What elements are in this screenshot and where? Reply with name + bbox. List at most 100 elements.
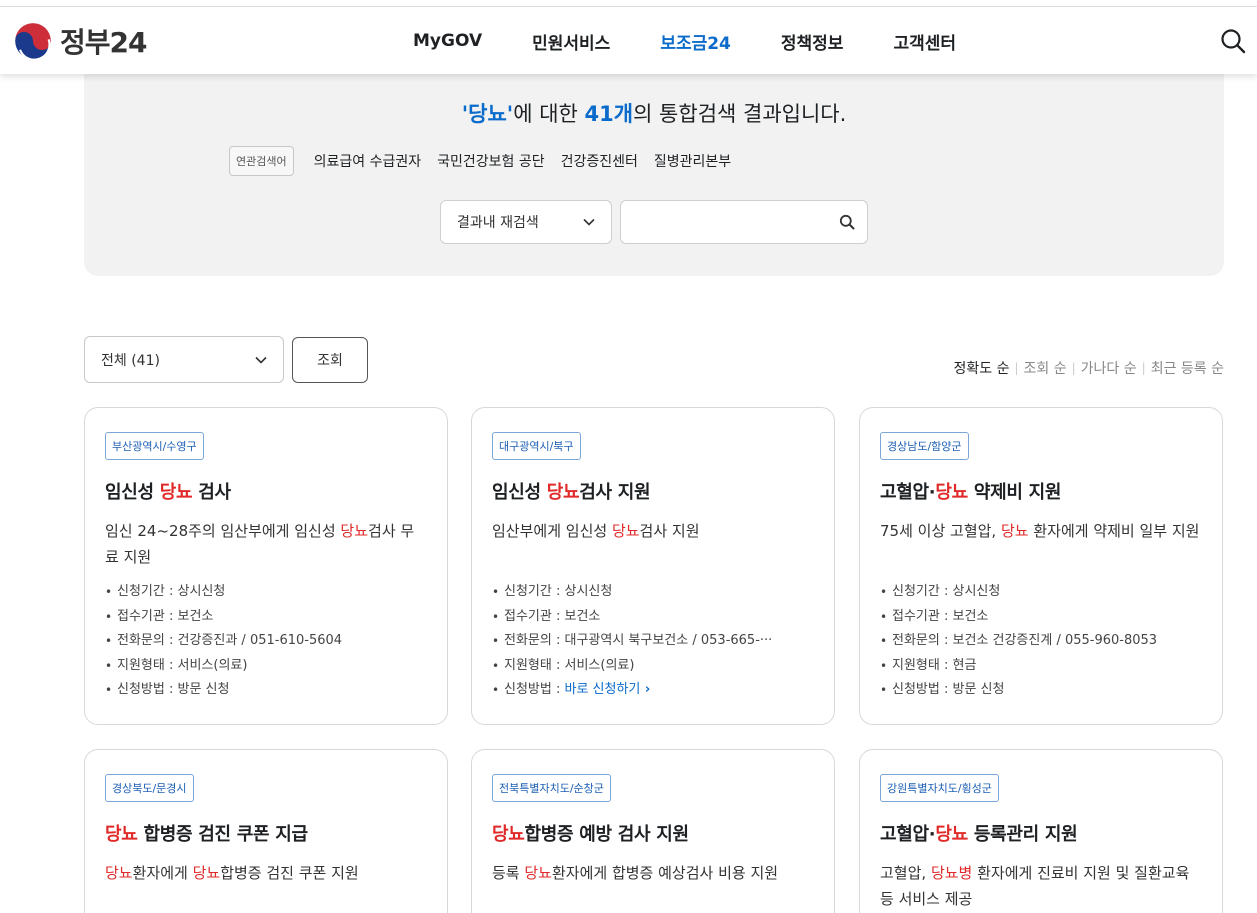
card-title[interactable]: 고혈압·당뇨 약제비 지원 [880, 478, 1202, 504]
text-segment: 환자에게 약제비 일부 지원 [1028, 522, 1200, 540]
card-description: 75세 이상 고혈압, 당뇨 환자에게 약제비 일부 지원 [880, 518, 1202, 570]
text-segment: 검사 지원 [579, 482, 651, 503]
related-keyword[interactable]: 건강증진센터 [561, 151, 638, 171]
text-segment: 합병증 검진 쿠폰 지원 [220, 864, 359, 882]
detail-item: 신청방법 : 방문 신청 [105, 678, 427, 703]
sort-divider: | [1014, 361, 1019, 375]
region-tag: 경상남도/함양군 [880, 432, 969, 460]
benefit-card[interactable]: 대구광역시/북구임신성 당뇨검사 지원임산부에게 임신성 당뇨검사 지원신청기간… [471, 407, 835, 725]
keyword-highlight: 당뇨 [935, 482, 968, 503]
detail-value: 보건소 건강증진계 / 055-960-8053 [952, 633, 1158, 648]
detail-label: 신청방법 : [892, 682, 953, 697]
result-title-tail: 의 통합검색 결과입니다. [633, 102, 847, 126]
detail-value: 방문 신청 [177, 682, 230, 697]
apply-now-link[interactable]: 바로 신청하기 [565, 682, 641, 697]
sort-recent[interactable]: 최근 등록 순 [1151, 358, 1224, 378]
detail-value: 보건소 [952, 608, 989, 624]
detail-item: 신청방법 : 바로 신청하기 › [492, 678, 814, 703]
text-segment: 합병증 검진 쿠폰 지급 [137, 824, 308, 845]
search-icon[interactable] [1219, 27, 1247, 55]
card-description: 임신 24~28주의 임산부에게 임신성 당뇨검사 무료 지원 [105, 518, 427, 570]
related-keyword[interactable]: 질병관리본부 [654, 151, 731, 171]
nav-customer-center[interactable]: 고객센터 [868, 29, 981, 54]
detail-label: 전화문의 : [504, 633, 565, 648]
detail-label: 접수기관 : [117, 608, 178, 624]
chevron-right-icon[interactable]: › [640, 682, 650, 697]
card-description: 고혈압, 당뇨병 환자에게 진료비 지원 및 질환교육 등 서비스 제공 [880, 860, 1202, 912]
benefit-card[interactable]: 강원특별자치도/횡성군고혈압·당뇨 등록관리 지원고혈압, 당뇨병 환자에게 진… [859, 749, 1223, 913]
detail-value: 현금 [952, 657, 977, 673]
card-description: 임산부에게 임신성 당뇨검사 지원 [492, 518, 814, 570]
detail-item: 신청방법 : 방문 신청 [880, 678, 1202, 703]
keyword-highlight: 당뇨 [340, 522, 369, 540]
nav-mygov[interactable]: MyGOV [388, 31, 507, 51]
refine-search-select[interactable]: 결과내 재검색 [440, 200, 612, 244]
sort-accuracy[interactable]: 정확도 순 [953, 358, 1009, 378]
card-details: 신청기간 : 상시신청접수기관 : 보건소전화문의 : 건강증진과 / 051-… [105, 580, 427, 703]
detail-value: 서비스(의료) [177, 657, 248, 673]
keyword-highlight: 당뇨병 [930, 864, 973, 882]
card-title[interactable]: 당뇨합병증 예방 검사 지원 [492, 820, 814, 846]
related-keyword[interactable]: 의료급여 수급권자 [314, 151, 422, 171]
logo-text: 정부24 [60, 26, 147, 59]
benefit-card[interactable]: 경상북도/문경시 당뇨 합병증 검진 쿠폰 지급 당뇨환자에게 당뇨합병증 검진 쿠… [84, 749, 448, 913]
benefit-card[interactable]: 부산광역시/수영구 임신성 당뇨 검사 임신 24~28주의 임산부에게 임신성 당… [84, 407, 448, 725]
card-details: 신청기간 : 상시신청접수기관 : 보건소전화문의 : 대구광역시 북구보건소 … [492, 580, 814, 703]
region-tag: 전북특별자치도/순창군 [492, 774, 611, 802]
benefit-card[interactable]: 전북특별자치도/순창군당뇨합병증 예방 검사 지원등록 당뇨환자에게 합병증 예… [471, 749, 835, 913]
refine-search-box [620, 200, 868, 244]
keyword-highlight: 당뇨 [546, 482, 580, 503]
detail-value: 서비스(의료) [564, 657, 635, 673]
card-title[interactable]: 고혈압·당뇨 등록관리 지원 [880, 820, 1202, 846]
card-details: 신청기간 : 상시신청접수기관 : 보건소전화문의 : 보건소 건강증진계 / … [880, 580, 1202, 703]
detail-item: 전화문의 : 보건소 건강증진계 / 055-960-8053 [880, 629, 1202, 654]
detail-label: 접수기관 : [504, 608, 565, 624]
text-segment: 고혈압· [880, 824, 936, 845]
result-title-mid: 에 대한 [513, 102, 585, 126]
text-segment: 등록관리 지원 [967, 824, 1078, 845]
detail-item: 접수기관 : 보건소 [880, 605, 1202, 630]
card-title[interactable]: 당뇨 합병증 검진 쿠폰 지급 [105, 820, 427, 846]
card-title[interactable]: 임신성 당뇨검사 지원 [492, 478, 814, 504]
card-description: 등록 당뇨환자에게 합병증 예상검사 비용 지원 [492, 860, 814, 912]
detail-value: 상시신청 [177, 584, 226, 599]
related-keyword[interactable]: 국민건강보험 공단 [437, 151, 545, 171]
card-description: 당뇨환자에게 당뇨합병증 검진 쿠폰 지원 [105, 860, 427, 912]
detail-label: 지원형태 : [117, 657, 178, 673]
view-button[interactable]: 조회 [292, 337, 368, 383]
detail-item: 전화문의 : 건강증진과 / 051-610-5604 [105, 629, 427, 654]
nav-subsidy24[interactable]: 보조금24 [635, 29, 756, 54]
related-keywords: 연관검색어 의료급여 수급권자 국민건강보험 공단 건강증진센터 질병관리본부 [229, 146, 747, 176]
detail-item: 신청기간 : 상시신청 [492, 580, 814, 605]
detail-label: 신청방법 : [117, 682, 178, 697]
search-icon[interactable] [839, 214, 855, 230]
keyword-highlight: 당뇨 [524, 864, 552, 882]
sort-alphabetical[interactable]: 가나다 순 [1081, 358, 1137, 378]
keyword-highlight: 당뇨 [492, 824, 525, 845]
refine-search-input[interactable] [633, 201, 833, 241]
detail-item: 접수기관 : 보건소 [492, 605, 814, 630]
keyword-highlight: 당뇨 [192, 864, 221, 882]
related-keywords-label: 연관검색어 [229, 146, 294, 176]
text-segment: 검사 [192, 482, 231, 503]
detail-item: 접수기관 : 보건소 [105, 605, 427, 630]
category-filter-select[interactable]: 전체 (41) [84, 336, 284, 383]
text-segment: 임신성 [492, 482, 547, 503]
card-title[interactable]: 임신성 당뇨 검사 [105, 478, 427, 504]
keyword-highlight: 당뇨 [105, 864, 133, 882]
nav-civil-service[interactable]: 민원서비스 [507, 29, 635, 54]
main-nav: MyGOV 민원서비스 보조금24 정책정보 고객센터 [388, 7, 981, 75]
site-logo[interactable]: 정부24 [14, 21, 147, 61]
region-tag: 강원특별자치도/횡성군 [880, 774, 999, 802]
detail-value: 보건소 [564, 608, 601, 624]
nav-policy-info[interactable]: 정책정보 [756, 29, 869, 54]
site-header: 정부24 MyGOV 민원서비스 보조금24 정책정보 고객센터 [0, 6, 1257, 74]
benefit-card[interactable]: 경상남도/함양군고혈압·당뇨 약제비 지원 75세 이상 고혈압, 당뇨 환자에게… [859, 407, 1223, 725]
sort-views[interactable]: 조회 순 [1024, 358, 1067, 378]
detail-value: 방문 신청 [952, 682, 1005, 697]
detail-label: 지원형태 : [892, 657, 953, 673]
detail-item: 지원형태 : 현금 [880, 654, 1202, 679]
detail-item: 지원형태 : 서비스(의료) [492, 654, 814, 679]
detail-value: 건강증진과 / 051-610-5604 [177, 633, 343, 648]
detail-label: 전화문의 : [117, 633, 178, 648]
